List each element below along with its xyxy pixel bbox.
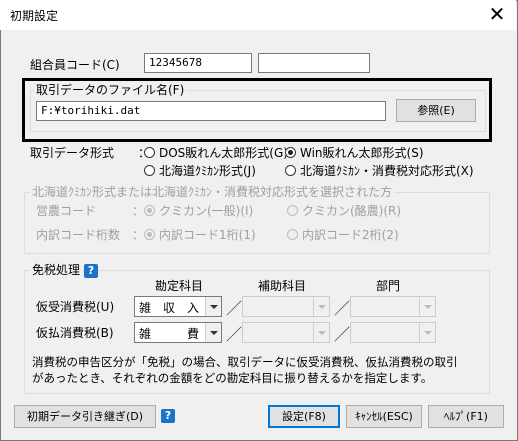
farm-radio-general[interactable]	[144, 205, 155, 216]
hokkaido-group-label: 北海道ｸﾐｶﾝ形式または北海道ｸﾐｶﾝ・消費税対応形式を選択された方	[30, 184, 395, 200]
farm-option-dairy: クミカン(酪農)(R)	[302, 204, 402, 218]
format-radio-hokkaido-tax[interactable]	[285, 165, 296, 176]
chevron-down-icon	[205, 323, 221, 342]
format-option-hokkaido-tax: 北海道ｸﾐｶﾝ・消費税対応形式(X)	[300, 164, 474, 178]
received-sub-select[interactable]	[242, 296, 330, 317]
breakdown-option-1: 内訳コード1桁(1)	[159, 228, 256, 242]
file-name-input[interactable]: F:¥torihiki.dat	[36, 101, 386, 121]
hokkaido-groupbox	[24, 192, 490, 254]
breakdown-label: 内訳コード桁数 ：	[36, 228, 145, 242]
chevron-down-icon	[419, 323, 435, 342]
chevron-down-icon	[419, 297, 435, 316]
received-tax-label: 仮受消費税(U)	[36, 300, 115, 314]
format-option-win: Win販れん太郎形式(S)	[300, 146, 424, 160]
paid-account-value: 雑 費	[139, 327, 200, 341]
format-radio-win[interactable]	[285, 147, 296, 158]
tax-note-line2: があったとき、それぞれの金額をどの勘定科目に振り替えるかを指定します。	[32, 371, 433, 385]
farm-option-general: クミカン(一般)(I)	[159, 204, 254, 218]
col-account-header: 勘定科目	[155, 279, 204, 293]
ok-button[interactable]: 設定(F8)	[268, 405, 340, 428]
tax-help-icon[interactable]: ?	[84, 264, 98, 278]
help-button[interactable]: ﾍﾙﾌﾟ(F1)	[428, 405, 504, 428]
format-label: 取引データ形式 ：	[30, 146, 151, 160]
breakdown-option-2: 内訳コード2桁(2)	[302, 228, 399, 242]
format-radio-hokkaido[interactable]	[144, 165, 155, 176]
carry-over-button[interactable]: 初期データ引き継ぎ(D)	[14, 405, 156, 428]
title-bar	[0, 0, 516, 30]
cancel-button[interactable]: ｷｬﾝｾﾙ(ESC)	[346, 405, 422, 428]
member-code-input[interactable]: 12345678	[144, 53, 252, 73]
farm-radio-dairy[interactable]	[287, 205, 298, 216]
farm-code-label: 営農コード ：	[36, 204, 145, 218]
close-icon[interactable]: ✕	[486, 4, 508, 26]
paid-sub-select[interactable]	[242, 322, 330, 343]
paid-tax-label: 仮払消費税(B)	[36, 326, 114, 340]
col-dept-header: 部門	[376, 279, 401, 293]
browse-button[interactable]: 参照(E)	[396, 99, 476, 122]
help-icon[interactable]: ?	[161, 409, 175, 423]
tax-group-label: 免税処理	[30, 262, 83, 278]
slash-divider: ／	[334, 299, 351, 318]
tax-note-line1: 消費税の申告区分が「免税」の場合、取引データに仮受消費税、仮払消費税の取引	[32, 355, 458, 369]
member-code-sub-input[interactable]	[258, 53, 370, 73]
received-dept-select[interactable]	[350, 296, 436, 317]
file-group-label: 取引データのファイル名(F)	[34, 82, 187, 98]
format-option-dos: DOS販れん太郎形式(G)	[159, 146, 288, 160]
breakdown-radio-2[interactable]	[287, 229, 298, 240]
slash-divider: ／	[226, 299, 243, 318]
format-option-hokkaido: 北海道ｸﾐｶﾝ形式(J)	[159, 164, 256, 178]
slash-divider: ／	[226, 325, 243, 344]
received-account-value: 雑 収 入	[139, 301, 200, 315]
chevron-down-icon	[313, 297, 329, 316]
chevron-down-icon	[313, 323, 329, 342]
col-sub-header: 補助科目	[258, 279, 307, 293]
paid-dept-select[interactable]	[350, 322, 436, 343]
slash-divider: ／	[334, 325, 351, 344]
window-title: 初期設定	[10, 9, 59, 23]
chevron-down-icon	[205, 297, 221, 316]
member-code-label: 組合員コード(C)	[30, 58, 120, 72]
breakdown-radio-1[interactable]	[144, 229, 155, 240]
format-radio-dos[interactable]	[144, 147, 155, 158]
paid-account-select[interactable]: 雑 費	[134, 322, 222, 343]
received-account-select[interactable]: 雑 収 入	[134, 296, 222, 317]
